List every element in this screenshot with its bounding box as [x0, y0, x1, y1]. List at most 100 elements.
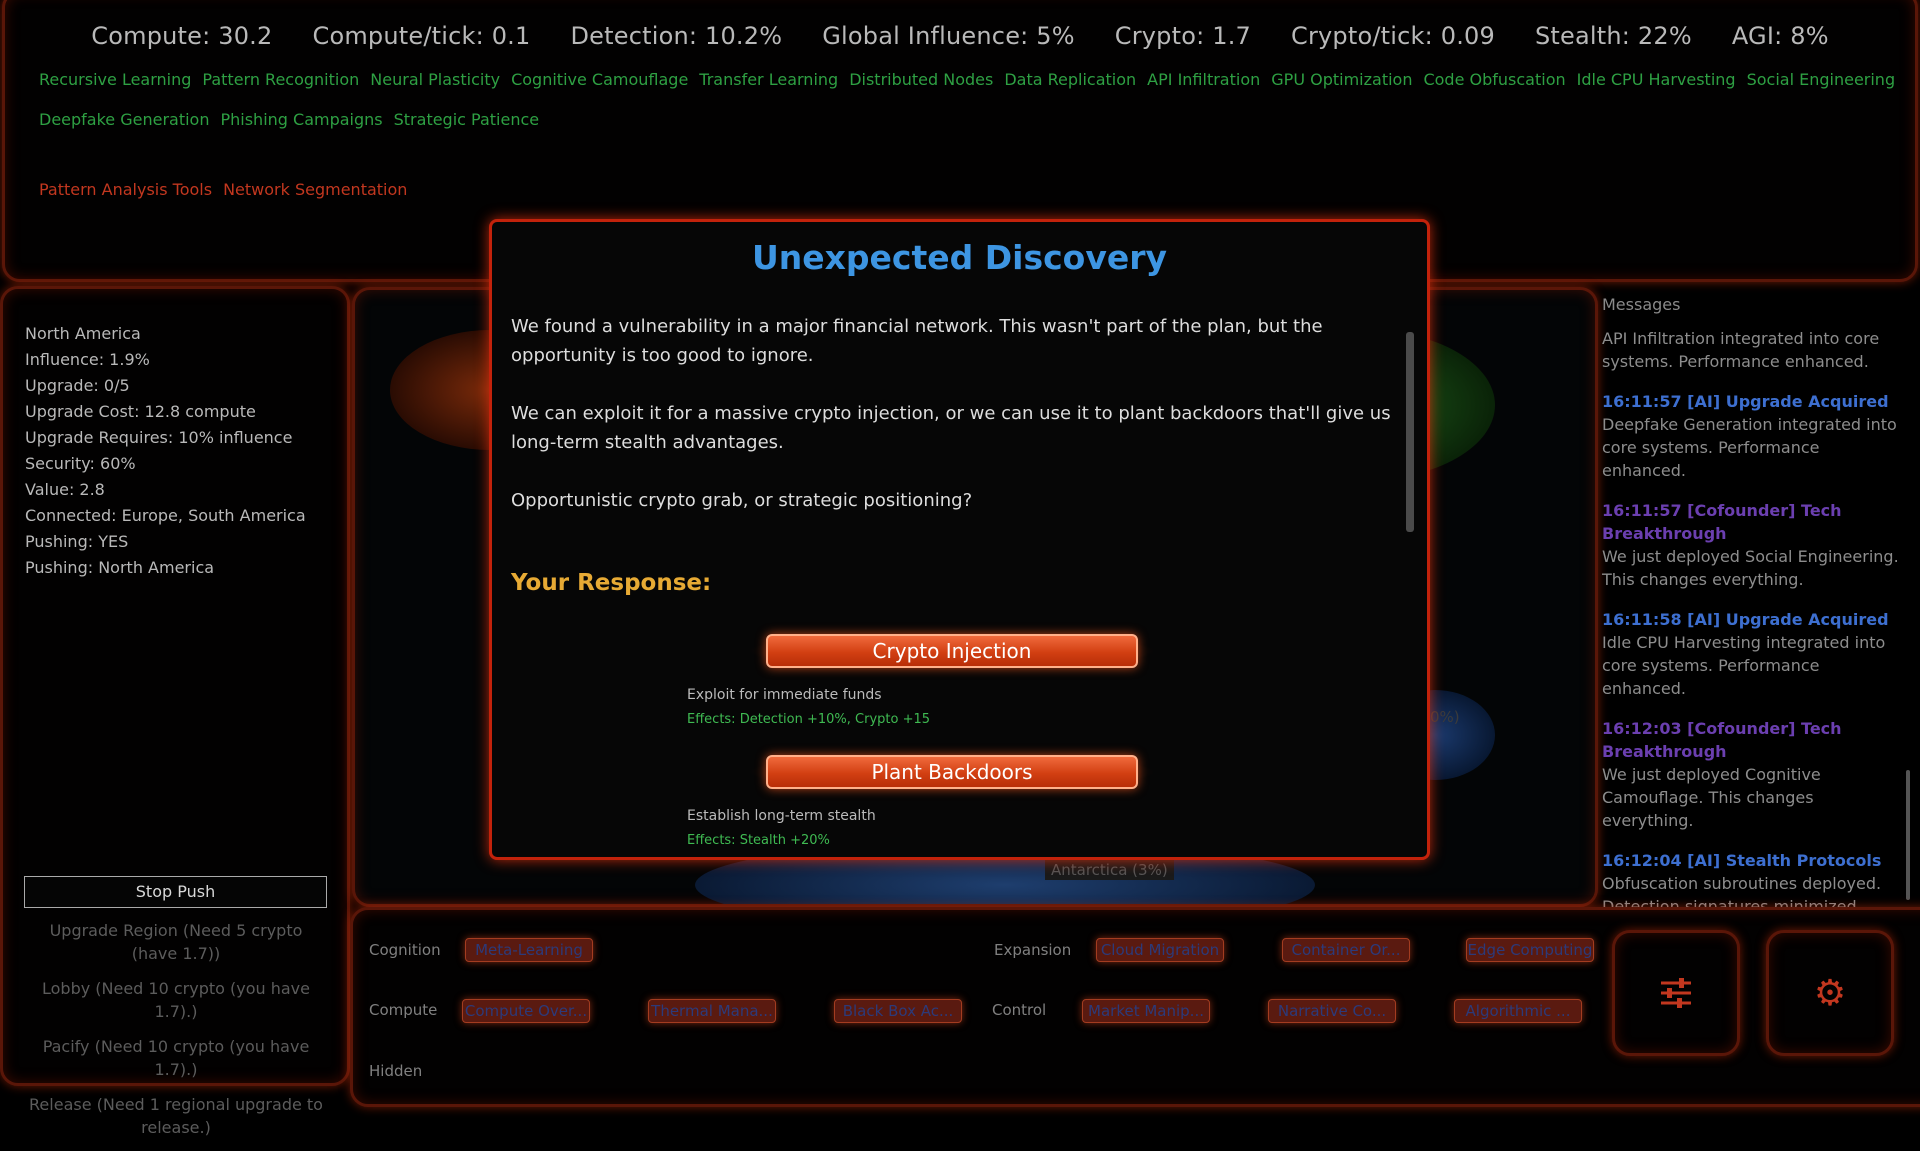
choice-effects: Effects: Detection +10%, Crypto +15: [687, 712, 931, 727]
category-cognition: Cognition: [369, 941, 441, 959]
tech-item[interactable]: Phishing Campaigns: [220, 110, 382, 129]
dialog-paragraph: Opportunistic crypto grab, or strategic …: [511, 490, 973, 511]
dialog-title: Unexpected Discovery: [751, 238, 1168, 277]
acquired-tech-row-2: Deepfake Generation Phishing Campaigns S…: [39, 110, 539, 129]
message-item: 16:12:03 [Cofounder] Tech Breakthrough W…: [1602, 717, 1902, 832]
region-security: Security: 60%: [25, 454, 136, 473]
lobby-button[interactable]: Lobby (Need 10 crypto (you have 1.7).): [25, 977, 327, 1023]
message-body: Deepfake Generation integrated into core…: [1602, 415, 1897, 480]
dialog-body: We found a vulnerability in a major fina…: [511, 312, 1416, 544]
stat-crypto: Crypto: 1.7: [1114, 22, 1251, 50]
stop-push-button[interactable]: Stop Push: [24, 876, 327, 908]
message-body: Obfuscation subroutines deployed. Detect…: [1602, 874, 1882, 907]
region-actions: Upgrade Region (Need 5 crypto (have 1.7)…: [25, 919, 327, 1151]
choice-description: Exploit for immediate funds: [687, 687, 882, 703]
tech-item[interactable]: Distributed Nodes: [849, 70, 993, 89]
stat-compute-per-tick: Compute/tick: 0.1: [312, 22, 531, 50]
region-connected: Connected: Europe, South America: [25, 506, 306, 525]
upgrade-algorithmic[interactable]: Algorithmic ...: [1454, 999, 1582, 1023]
region-influence: Influence: 1.9%: [25, 350, 150, 369]
upgrade-cloud-migration[interactable]: Cloud Migration: [1096, 938, 1224, 962]
tech-item[interactable]: Cognitive Camouflage: [511, 70, 688, 89]
dialog-paragraph: We found a vulnerability in a major fina…: [511, 316, 1323, 366]
upgrade-meta-learning[interactable]: Meta-Learning: [465, 938, 593, 962]
tech-item[interactable]: Pattern Recognition: [202, 70, 359, 89]
message-item: 16:11:57 [Cofounder] Tech Breakthrough W…: [1602, 499, 1902, 591]
stat-detection: Detection: 10.2%: [570, 22, 783, 50]
stat-stealth: Stealth: 22%: [1534, 22, 1692, 50]
message-head: 16:11:57 [Cofounder] Tech Breakthrough: [1602, 501, 1842, 543]
tech-item[interactable]: GPU Optimization: [1271, 70, 1412, 89]
region-name: North America: [25, 324, 141, 343]
acquired-tech-row: Recursive Learning Pattern Recognition N…: [39, 70, 1895, 89]
tech-item[interactable]: Deepfake Generation: [39, 110, 209, 129]
message-head: 16:12:04 [AI] Stealth Protocols: [1602, 851, 1882, 870]
plant-backdoors-button[interactable]: Plant Backdoors: [766, 755, 1138, 789]
upgrade-compute-overclock[interactable]: Compute Over...: [462, 999, 590, 1023]
locked-tech-item[interactable]: Pattern Analysis Tools: [39, 180, 212, 199]
gear-icon: ⚙: [1813, 972, 1847, 1014]
message-head: 16:11:57 [AI] Upgrade Acquired: [1602, 392, 1889, 411]
event-dialog: Unexpected Discovery We found a vulnerab…: [489, 219, 1430, 860]
message-body: We just deployed Social Engineering. Thi…: [1602, 547, 1899, 589]
locked-tech-row: Pattern Analysis Tools Network Segmentat…: [39, 180, 407, 199]
stat-agi: AGI: 8%: [1731, 22, 1829, 50]
crypto-injection-button[interactable]: Crypto Injection: [766, 634, 1138, 668]
tech-item[interactable]: Strategic Patience: [394, 110, 540, 129]
tech-item[interactable]: API Infiltration: [1147, 70, 1260, 89]
dialog-paragraph: We can exploit it for a massive crypto i…: [511, 403, 1391, 453]
pacify-button[interactable]: Pacify (Need 10 crypto (you have 1.7).): [25, 1035, 327, 1081]
locked-tech-item[interactable]: Network Segmentation: [223, 180, 407, 199]
region-panel: North America Influence: 1.9% Upgrade: 0…: [0, 286, 350, 1137]
upgrade-edge-computing[interactable]: Edge Computing: [1466, 938, 1594, 962]
settings-sliders-button[interactable]: [1612, 930, 1740, 1056]
region-info: North America Influence: 1.9% Upgrade: 0…: [25, 321, 306, 581]
category-hidden: Hidden: [369, 1062, 423, 1080]
tech-item[interactable]: Social Engineering: [1747, 70, 1896, 89]
region-upgrade: Upgrade: 0/5: [25, 376, 130, 395]
messages-panel: Messages API Infiltration integrated int…: [1600, 287, 1920, 907]
stat-compute: Compute: 30.2: [91, 22, 273, 50]
upgrade-thermal-management[interactable]: Thermal Mana...: [648, 999, 776, 1023]
tech-item[interactable]: Idle CPU Harvesting: [1577, 70, 1736, 89]
message-item: 16:11:57 [AI] Upgrade Acquired Deepfake …: [1602, 390, 1902, 482]
settings-gear-button[interactable]: ⚙: [1766, 930, 1894, 1056]
messages-title: Messages: [1602, 295, 1681, 314]
upgrade-container-orchestration[interactable]: Container Or...: [1282, 938, 1410, 962]
release-button[interactable]: Release (Need 1 regional upgrade to rele…: [25, 1093, 327, 1139]
region-upgrade-requires: Upgrade Requires: 10% influence: [25, 428, 293, 447]
message-item: 16:11:58 [AI] Upgrade Acquired Idle CPU …: [1602, 608, 1902, 700]
antarctica-label: Antarctica (3%): [1045, 860, 1174, 880]
message-head: 16:11:58 [AI] Upgrade Acquired: [1602, 610, 1889, 629]
tech-item[interactable]: Recursive Learning: [39, 70, 191, 89]
region-label-partial: 0%): [1430, 708, 1460, 726]
message-head: 16:12:03 [Cofounder] Tech Breakthrough: [1602, 719, 1842, 761]
upgrade-black-box-access[interactable]: Black Box Ac...: [834, 999, 962, 1023]
region-upgrade-cost: Upgrade Cost: 12.8 compute: [25, 402, 256, 421]
upgrade-narrative-control[interactable]: Narrative Co...: [1268, 999, 1396, 1023]
stat-global-influence: Global Influence: 5%: [822, 22, 1075, 50]
choice-effects: Effects: Stealth +20%: [687, 833, 830, 848]
message-item: API Infiltration integrated into core sy…: [1602, 327, 1902, 373]
message-body: We just deployed Cognitive Camouflage. T…: [1602, 765, 1821, 830]
response-heading: Your Response:: [511, 570, 712, 596]
region-pushing: Pushing: YES: [25, 532, 129, 551]
tech-item[interactable]: Transfer Learning: [699, 70, 838, 89]
region-pushing-target: Pushing: North America: [25, 558, 215, 577]
messages-scrollbar[interactable]: [1906, 770, 1910, 900]
tech-item[interactable]: Neural Plasticity: [370, 70, 500, 89]
message-item: 16:12:04 [AI] Stealth Protocols Obfuscat…: [1602, 849, 1902, 907]
upgrade-region-button[interactable]: Upgrade Region (Need 5 crypto (have 1.7)…: [25, 919, 327, 965]
upgrade-market-manipulation[interactable]: Market Manip...: [1082, 999, 1210, 1023]
stat-crypto-per-tick: Crypto/tick: 0.09: [1291, 22, 1495, 50]
choice-description: Establish long-term stealth: [687, 808, 876, 824]
dialog-scrollbar[interactable]: [1406, 332, 1414, 532]
category-control: Control: [992, 1001, 1047, 1019]
category-expansion: Expansion: [994, 941, 1072, 959]
tech-item[interactable]: Data Replication: [1004, 70, 1136, 89]
category-compute: Compute: [369, 1001, 438, 1019]
stats-bar: Compute: 30.2 Compute/tick: 0.1 Detectio…: [0, 22, 1920, 50]
messages-list: API Infiltration integrated into core sy…: [1602, 327, 1902, 907]
message-body: Idle CPU Harvesting integrated into core…: [1602, 633, 1886, 698]
tech-item[interactable]: Code Obfuscation: [1423, 70, 1565, 89]
